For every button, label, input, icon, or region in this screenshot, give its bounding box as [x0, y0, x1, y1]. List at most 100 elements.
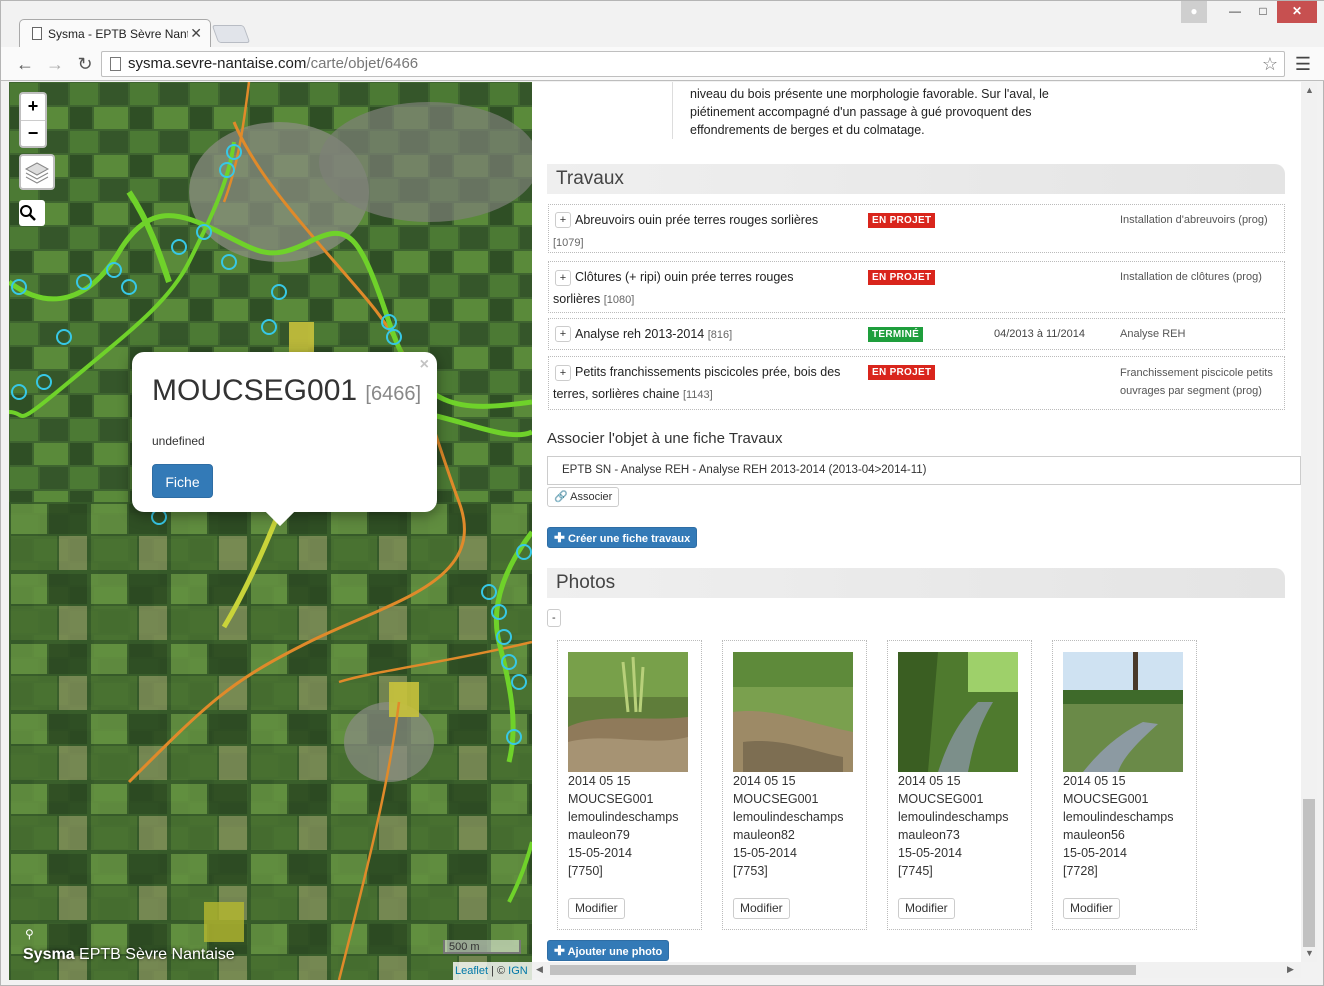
travaux-id: [1079] — [553, 237, 584, 249]
map-pin-icon: ⚲ — [25, 927, 34, 941]
photos-toggle-button[interactable]: - — [547, 609, 561, 627]
travaux-type: Installation d'abreuvoirs (prog) — [1120, 214, 1268, 226]
layers-button[interactable] — [19, 154, 55, 190]
travaux-row: + Analyse reh 2013-2014 [816] TERMINÉ 04… — [548, 318, 1285, 350]
travaux-id: [1143] — [682, 389, 713, 401]
photo-thumbnail[interactable] — [733, 652, 853, 772]
travaux-label: Clôtures (+ ripi) ouin prée terres rouge… — [553, 270, 794, 306]
back-icon[interactable]: ← — [13, 52, 37, 76]
scroll-thumb[interactable] — [1303, 799, 1315, 947]
add-photo-button[interactable]: ✚ Ajouter une photo — [547, 940, 670, 961]
scroll-up-icon[interactable]: ▲ — [1305, 85, 1314, 95]
map-view[interactable]: + − × MOUCSEG001 [6466] undefined Fiche … — [9, 82, 532, 980]
photo-place: lemoulindeschamps — [1063, 810, 1174, 824]
photo-file: mauleon82 — [733, 828, 795, 842]
user-icon[interactable]: ● — [1181, 1, 1207, 23]
map-search-button[interactable] — [19, 200, 45, 226]
fiche-button[interactable]: Fiche — [152, 464, 213, 498]
scroll-right-icon[interactable]: ▶ — [1287, 964, 1294, 975]
horizontal-scrollbar[interactable]: ◀ ▶ — [532, 962, 1301, 978]
photo-id: [7728] — [1063, 864, 1098, 878]
add-photo-label: Ajouter une photo — [567, 946, 663, 958]
scroll-left-icon[interactable]: ◀ — [536, 964, 543, 975]
create-travaux-button[interactable]: ✚ Créer une fiche travaux — [547, 527, 698, 548]
travaux-dates: 04/2013 à 11/2014 — [994, 328, 1085, 340]
scroll-down-icon[interactable]: ▼ — [1305, 948, 1314, 958]
leaflet-link[interactable]: Leaflet — [455, 965, 488, 977]
map-brand: Sysma EPTB Sèvre Nantaise — [23, 946, 235, 964]
url-path: /carte/objet/6466 — [306, 55, 419, 72]
popup-close-icon[interactable]: × — [420, 356, 429, 374]
travaux-name: Analyse reh 2013-2014 [816] — [553, 323, 853, 346]
photo-card: 2014 05 15 MOUCSEG001 lemoulindeschamps … — [1052, 640, 1197, 930]
photo-place: lemoulindeschamps — [568, 810, 679, 824]
satellite-imagery — [9, 82, 532, 980]
window-controls: ● — □ ✕ — [1181, 1, 1317, 23]
photo-meta: 2014 05 15 MOUCSEG001 lemoulindeschamps … — [898, 772, 1008, 880]
map-popup: × MOUCSEG001 [6466] undefined Fiche — [132, 352, 437, 512]
photo-file: mauleon56 — [1063, 828, 1125, 842]
photo-meta: 2014 05 15 MOUCSEG001 lemoulindeschamps … — [733, 772, 843, 880]
travaux-name: Petits franchissements piscicoles prée, … — [553, 361, 843, 406]
forward-icon[interactable]: → — [43, 52, 67, 76]
bookmark-star-icon[interactable]: ☆ — [1262, 52, 1278, 76]
photo-taken: 15-05-2014 — [733, 846, 797, 860]
associer-button[interactable]: 🔗 Associer — [547, 487, 620, 507]
vertical-scrollbar[interactable]: ▲ ▼ — [1301, 82, 1317, 962]
photo-object: MOUCSEG001 — [898, 792, 984, 806]
photo-date: 2014 05 15 — [568, 774, 631, 788]
photo-thumbnail[interactable] — [568, 652, 688, 772]
photo-thumbnail[interactable] — [1063, 652, 1183, 772]
minimize-icon[interactable]: — — [1221, 1, 1249, 23]
ign-link[interactable]: IGN — [508, 965, 528, 977]
new-tab-button[interactable] — [211, 25, 251, 43]
menu-icon[interactable]: ☰ — [1295, 54, 1311, 75]
brand-name: Sysma — [23, 946, 75, 963]
close-tab-icon[interactable]: ✕ — [190, 25, 202, 42]
photo-place: lemoulindeschamps — [733, 810, 844, 824]
tab-bar: Sysma - EPTB Sèvre Nanta ✕ ● — □ ✕ — [1, 1, 1324, 47]
plus-icon: ✚ — [554, 943, 565, 958]
assoc-label: Associer l'objet à une fiche Travaux — [547, 430, 783, 447]
photo-file: mauleon73 — [898, 828, 960, 842]
modifier-button[interactable]: Modifier — [733, 898, 790, 919]
zoom-out-button[interactable]: − — [21, 120, 45, 146]
modifier-button[interactable]: Modifier — [1063, 898, 1120, 919]
status-badge: TERMINÉ — [868, 327, 924, 342]
address-bar[interactable]: sysma.sevre-nantaise.com/carte/objet/646… — [101, 51, 1285, 77]
travaux-row: + Clôtures (+ ripi) ouin prée terres rou… — [548, 261, 1285, 313]
modifier-button[interactable]: Modifier — [898, 898, 955, 919]
object-description: niveau du bois présente une morphologie … — [672, 82, 1072, 139]
page-icon — [32, 27, 42, 40]
travaux-name: Clôtures (+ ripi) ouin prée terres rouge… — [553, 266, 823, 311]
photo-taken: 15-05-2014 — [568, 846, 632, 860]
link-icon: 🔗 — [554, 491, 568, 503]
browser-tab[interactable]: Sysma - EPTB Sèvre Nanta ✕ — [19, 19, 211, 47]
photo-object: MOUCSEG001 — [1063, 792, 1149, 806]
close-window-icon[interactable]: ✕ — [1277, 1, 1317, 23]
zoom-in-button[interactable]: + — [21, 94, 45, 120]
photo-card: 2014 05 15 MOUCSEG001 lemoulindeschamps … — [887, 640, 1032, 930]
attribution-separator: | © — [488, 965, 509, 977]
object-panel: niveau du bois présente une morphologie … — [532, 82, 1301, 962]
photo-date: 2014 05 15 — [1063, 774, 1126, 788]
url-host: sysma.sevre-nantaise.com — [128, 55, 307, 72]
search-icon — [20, 205, 36, 221]
travaux-select[interactable]: EPTB SN - Analyse REH - Analyse REH 2013… — [547, 456, 1301, 485]
travaux-section-title: Travaux — [547, 164, 1285, 194]
maximize-icon[interactable]: □ — [1249, 1, 1277, 23]
scale-bar: 500 m — [443, 940, 521, 954]
zoom-control: + − — [19, 92, 47, 148]
reload-icon[interactable]: ↻ — [73, 52, 97, 76]
page-icon — [110, 57, 121, 71]
photo-card: 2014 05 15 MOUCSEG001 lemoulindeschamps … — [722, 640, 867, 930]
travaux-type: Installation de clôtures (prog) — [1120, 271, 1262, 283]
modifier-button[interactable]: Modifier — [568, 898, 625, 919]
scroll-thumb[interactable] — [550, 965, 1136, 975]
map-attribution: Leaflet | © IGN — [453, 962, 532, 980]
status-badge: EN PROJET — [868, 365, 936, 380]
photo-file: mauleon79 — [568, 828, 630, 842]
photo-thumbnail[interactable] — [898, 652, 1018, 772]
travaux-name: Abreuvoirs ouin prée terres rouges sorli… — [553, 209, 853, 254]
popup-object-code: MOUCSEG001 — [152, 374, 358, 407]
